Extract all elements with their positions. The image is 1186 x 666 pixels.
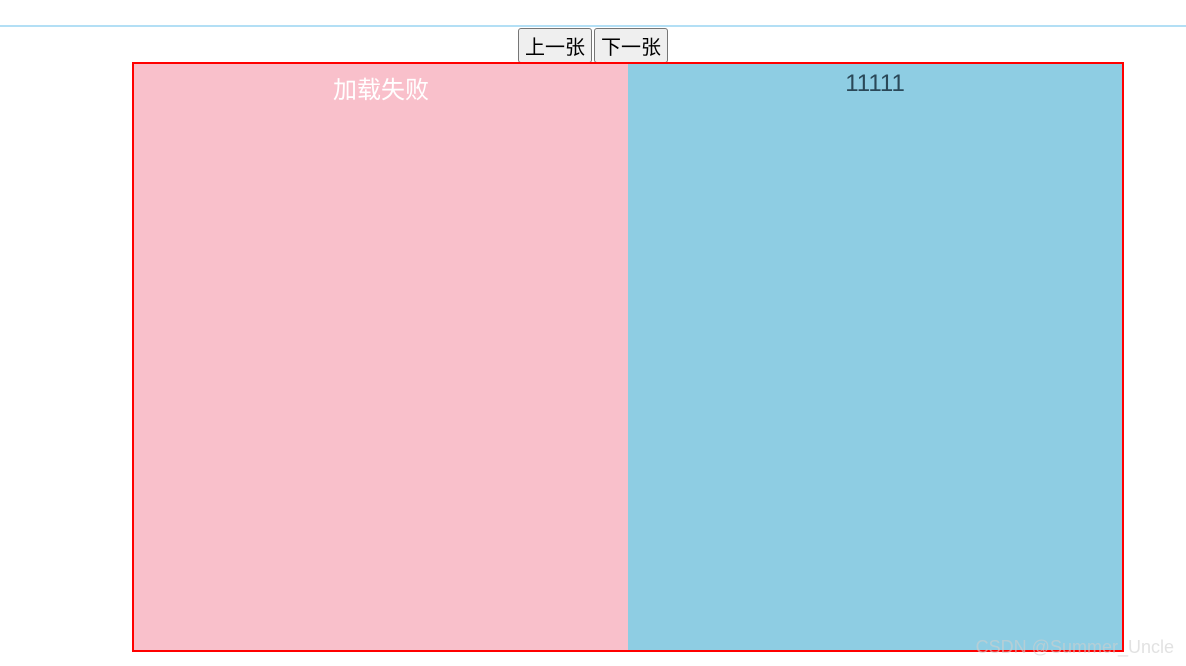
carousel-nav-buttons: 上一张 下一张 [518,28,668,63]
carousel-panel-left: 加载失败 [134,64,628,650]
panel-right-text: 11111 [845,70,905,98]
carousel-panel-right: 11111 [628,64,1122,650]
watermark-text: CSDN @Summer_Uncle [976,637,1174,658]
carousel-container: 加载失败 11111 [132,62,1124,652]
prev-button[interactable]: 上一张 [518,28,592,63]
panel-left-text: 加载失败 [333,70,429,105]
top-divider-line [0,25,1186,27]
next-button[interactable]: 下一张 [594,28,668,63]
